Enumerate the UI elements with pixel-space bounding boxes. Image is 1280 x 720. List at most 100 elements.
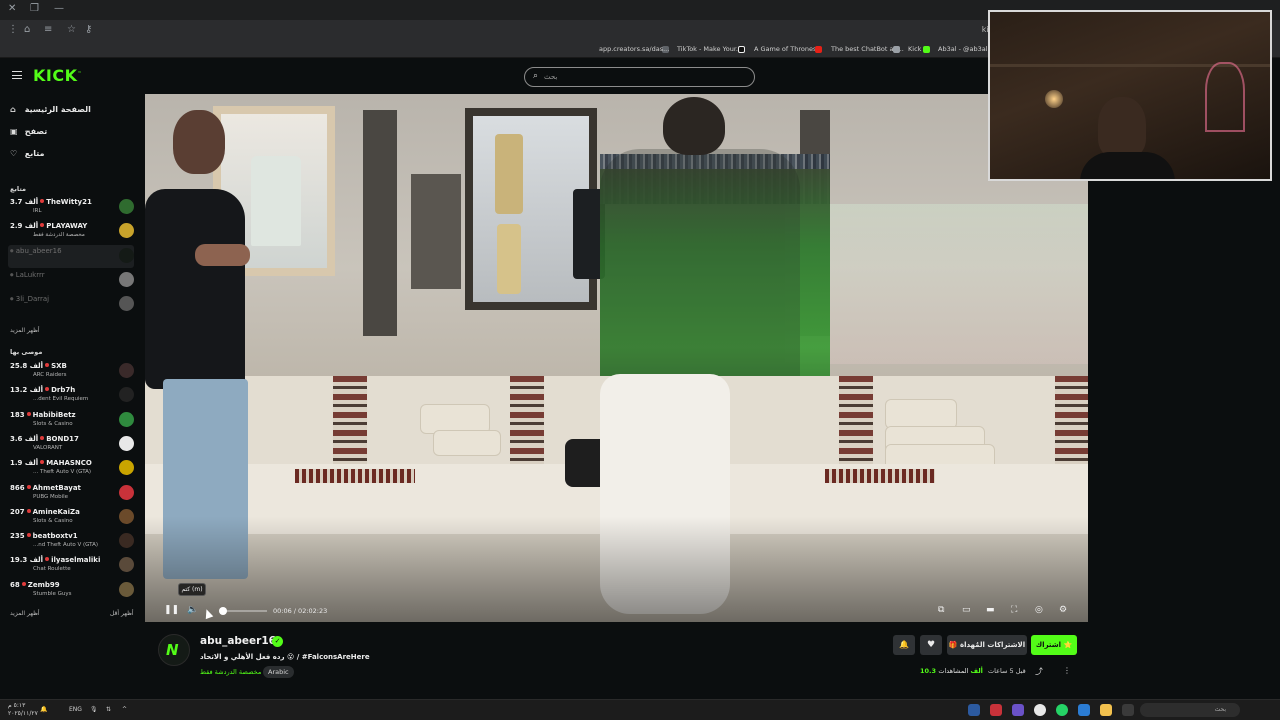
minimize-icon[interactable]: — bbox=[54, 3, 64, 14]
channel-name: AmineKaiZa bbox=[32, 507, 80, 516]
sidebar-channel-abu_abeer16[interactable]: ⏺ abu_abeer16 bbox=[8, 244, 134, 268]
language-indicator[interactable]: ENG bbox=[69, 706, 82, 713]
app-icon[interactable] bbox=[1012, 704, 1024, 716]
sidebar-channel-habibibetz[interactable]: 183 HabibiBetz Slots & Casino bbox=[8, 409, 134, 432]
bookmark-item[interactable]: A Game of Thrones... bbox=[754, 45, 823, 53]
volume-icon[interactable]: 🔈 bbox=[187, 605, 198, 615]
menu-dots-icon[interactable]: ⋮ bbox=[8, 24, 18, 35]
follow-button[interactable]: ♥ bbox=[920, 635, 942, 655]
channel-name-line: 3.6 ألف BOND17 bbox=[10, 435, 79, 443]
chat-area bbox=[1088, 94, 1280, 700]
channel-name-line: 13.2 ألف Drb7h bbox=[10, 386, 75, 394]
channel-name: HabibiBetz bbox=[32, 410, 76, 419]
sidebar-channel-ilyaselmaliki[interactable]: 19.3 ألف ilyaselmaliki Chat Roulette bbox=[8, 554, 134, 577]
bookmark-item[interactable]: Kick bbox=[908, 45, 921, 53]
chrome-icon[interactable] bbox=[1034, 704, 1046, 716]
volume-knob[interactable] bbox=[219, 607, 227, 615]
search-input[interactable]: ⌕ بحث bbox=[524, 67, 755, 87]
live-dot-icon bbox=[26, 484, 31, 489]
sidebar-channel-mahasnco[interactable]: 1.9 ألف MAHASNCO... Theft Auto V (GTA) bbox=[8, 457, 134, 480]
bookmark-item[interactable]: app.creators.sa/das... bbox=[599, 45, 669, 53]
bookmark-item[interactable]: TikTok - Make Your... bbox=[677, 45, 742, 53]
star-icon[interactable]: ☆ bbox=[67, 24, 76, 35]
channel-avatar bbox=[119, 557, 134, 573]
sidebar-channel-bond17[interactable]: 3.6 ألف BOND17 VALORANT bbox=[8, 433, 134, 456]
microphone-icon[interactable]: 🎙 bbox=[90, 706, 98, 713]
streamer-name[interactable]: abu_abeer16 bbox=[200, 635, 276, 647]
show-more-recommended[interactable]: أظهر المزيد bbox=[10, 610, 40, 617]
gift-subs-button[interactable]: 🎁 الاشتراكات المُهداة bbox=[947, 635, 1027, 655]
nav-browse[interactable]: ▣ تصفح bbox=[10, 127, 47, 141]
channel-name-line: 183 HabibiBetz bbox=[10, 411, 76, 419]
channel-avatar bbox=[119, 581, 134, 597]
notification-bell-button[interactable]: 🔔 bbox=[893, 635, 915, 655]
channel-avatar bbox=[119, 484, 134, 500]
language-tag[interactable]: Arabic bbox=[263, 666, 294, 678]
extension-icon[interactable]: ⌂ bbox=[24, 24, 30, 35]
file-explorer-icon[interactable] bbox=[1100, 704, 1112, 716]
show-more-following[interactable]: أظهر المزيد bbox=[10, 327, 40, 334]
restore-icon[interactable]: ❐ bbox=[30, 3, 39, 14]
channel-name-line: 2.9 ألف PLAYAWAY bbox=[10, 222, 87, 230]
share-icon[interactable]: ⤴ bbox=[1035, 666, 1043, 677]
channel-name-line: 235 beatboxtv1 bbox=[10, 532, 78, 540]
sidebar-channel-beatboxtv1[interactable]: 235 beatboxtv1 ...nd Theft Auto V (GTA) bbox=[8, 530, 134, 553]
steam-icon[interactable] bbox=[968, 704, 980, 716]
channel-name: 3li_Darraj bbox=[15, 295, 50, 304]
theatre-mode-icon[interactable]: ▬ bbox=[986, 605, 995, 615]
sidebar-channel-3li_darraj[interactable]: ⏺ 3li_Darraj bbox=[8, 293, 134, 316]
kick-logo[interactable]: KICK™ bbox=[33, 66, 82, 85]
tray-chevron-icon[interactable]: ^ bbox=[122, 706, 127, 713]
verified-icon: ✓ bbox=[272, 636, 283, 647]
network-icon[interactable]: ⇅ bbox=[106, 706, 111, 713]
app-icon[interactable] bbox=[990, 704, 1002, 716]
search-placeholder: بحث bbox=[544, 73, 558, 81]
taskbar-search[interactable]: بحث bbox=[1140, 703, 1240, 717]
settings-gear-icon[interactable]: ⚙ bbox=[1059, 605, 1067, 615]
sidebar-channel-lalukrrr[interactable]: ⏺ LaLukrrr bbox=[8, 269, 134, 292]
channel-viewers: 2.9 ألف bbox=[10, 222, 39, 231]
pause-icon[interactable]: ❚❚ bbox=[164, 605, 179, 615]
tune-icon[interactable]: ≡ bbox=[44, 24, 52, 35]
channel-category: مخصصة الدردشة فقط bbox=[33, 232, 85, 239]
stream-category[interactable]: مخصصة الدردشة فقط bbox=[200, 668, 261, 676]
streamer-avatar[interactable]: N bbox=[158, 634, 190, 666]
channel-name: BOND17 bbox=[46, 434, 79, 443]
sidebar-channel-aminekaiza[interactable]: 207 AmineKaiZa Slots & Casino bbox=[8, 506, 134, 529]
show-less-recommended[interactable]: أظهر أقل bbox=[110, 610, 134, 617]
nav-following-label: متابع bbox=[24, 149, 45, 158]
sidebar-channel-playaway[interactable]: 2.9 ألف PLAYAWAY مخصصة الدردشة فقط bbox=[8, 220, 134, 243]
close-icon[interactable]: ✕ bbox=[8, 3, 16, 14]
key-icon[interactable]: ⚷ bbox=[85, 24, 92, 35]
live-dot-icon bbox=[40, 199, 45, 203]
subscribe-button[interactable]: اشتراك ⭐ bbox=[1031, 635, 1077, 655]
browse-icon: ▣ bbox=[10, 127, 18, 136]
sidebar-channel-thewitty21[interactable]: 3.7 ألف TheWitty21 IRL bbox=[8, 196, 134, 219]
whatsapp-icon[interactable] bbox=[1056, 704, 1068, 716]
clock-date[interactable]: ٢٠٢٥/١١/٢٧ bbox=[8, 710, 38, 717]
sidebar-channel-zemb99[interactable]: 68 Zemb99 Stumble Guys bbox=[8, 579, 134, 602]
video-player[interactable] bbox=[145, 94, 1088, 622]
more-options-icon[interactable]: ⋮ bbox=[1063, 666, 1071, 675]
sidebar-channel-sxb[interactable]: 25.8 ألف SXB ARC Raiders bbox=[8, 360, 134, 383]
clock-time[interactable]: ٥:١٣ م bbox=[8, 702, 25, 709]
edge-icon[interactable] bbox=[1078, 704, 1090, 716]
channel-category: Slots & Casino bbox=[33, 517, 73, 524]
nav-home[interactable]: ⌂ الصفحة الرئيسية bbox=[10, 105, 91, 119]
sidebar-channel-drb7h[interactable]: 13.2 ألف Drb7h ...dent Evil Requiem bbox=[8, 384, 134, 407]
store-icon[interactable] bbox=[1122, 704, 1134, 716]
hamburger-menu-icon[interactable] bbox=[12, 71, 22, 79]
clip-icon[interactable]: ◎ bbox=[1035, 605, 1043, 615]
channel-name: beatboxtv1 bbox=[32, 532, 78, 541]
channel-name: TheWitty21 bbox=[46, 198, 92, 206]
channel-category: ...nd Theft Auto V (GTA) bbox=[33, 542, 99, 549]
volume-slider[interactable] bbox=[223, 610, 267, 612]
channel-name: MAHASNCO bbox=[46, 459, 92, 468]
fullscreen-icon[interactable]: ⛶ bbox=[1011, 605, 1017, 615]
nav-following[interactable]: ♡ متابع bbox=[10, 149, 45, 163]
sidebar-channel-ahmetbayat[interactable]: 866 AhmetBayat PUBG Mobile bbox=[8, 482, 134, 505]
channel-name-line: ⏺ abu_abeer16 bbox=[10, 247, 62, 256]
mini-player-icon[interactable]: ▭ bbox=[962, 605, 971, 615]
notification-icon[interactable]: 🔔 bbox=[40, 706, 47, 713]
pip-icon[interactable]: ⧉ bbox=[938, 605, 944, 615]
